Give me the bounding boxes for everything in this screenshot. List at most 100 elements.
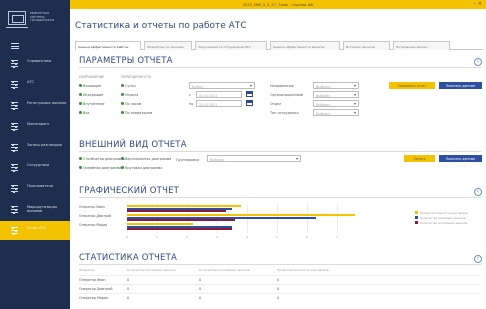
tab-efficiency[interactable]: Оценка эффективности работы: [75, 41, 141, 50]
stats-header-operator: Оператор: [79, 268, 95, 272]
sidebar-item-label: АТС: [27, 80, 34, 84]
tab-lost-calls[interactable]: Потерянные звонки: [393, 41, 450, 50]
tab-call-efficiency[interactable]: Оценка эффективности звонков: [270, 41, 340, 50]
sliders-icon: [11, 122, 18, 131]
chevron-down-icon: ▾: [353, 110, 356, 115]
sliders-icon: [11, 101, 18, 110]
sidebar-item-call-routing[interactable]: Маршрутизация вызовов: [0, 200, 70, 219]
hamburger-menu-icon[interactable]: [11, 43, 19, 49]
legend-swatch: [415, 221, 418, 225]
sidebar-item-employees[interactable]: Сотрудники: [0, 158, 70, 177]
x-tick-label: 1: [156, 235, 158, 239]
direction-all-checkbox[interactable]: Все: [79, 111, 89, 115]
table-cell: 0: [199, 296, 202, 300]
bar-chart-checkbox[interactable]: Столбчатая диаграмма: [79, 157, 125, 161]
legend-swatch: [415, 216, 418, 220]
sidebar-item-label: Регистрация звонков: [27, 101, 67, 105]
chevron-down-icon: ▾: [353, 92, 356, 97]
sidebar-item-ats-report[interactable]: Отчёт АТС: [0, 221, 70, 240]
tab-operator-calls[interactable]: Операторы по звонкам: [144, 41, 192, 50]
pie-chart-checkbox[interactable]: Круговая диаграмма: [121, 166, 162, 170]
table-cell: 0: [277, 278, 280, 282]
direction-outgoing-checkbox[interactable]: Исходящие: [79, 93, 103, 97]
date-from-field[interactable]: 01.01.2021: [196, 91, 242, 98]
sliders-icon: [11, 205, 18, 214]
row-divider: [79, 293, 481, 294]
sliders-icon: [11, 59, 18, 68]
x-tick-label: 7: [336, 235, 338, 239]
period-day-checkbox[interactable]: Сутки: [121, 84, 136, 88]
sliders-icon: [11, 226, 18, 235]
chart-section-title: ГРАФИЧЕСКИЙ ОТЧЕТ: [79, 186, 180, 196]
date-from-label: с: [189, 93, 191, 97]
sidebar: РЕМОНТНАЯ СИСТЕМА ГРАЖДАНСКАЯ Справочник…: [0, 0, 70, 309]
show-data-button[interactable]: Показать данные: [439, 82, 482, 89]
print-button[interactable]: Печать: [404, 155, 435, 162]
logo-icon: [6, 11, 28, 28]
sidebar-item-directories[interactable]: Справочники: [0, 54, 70, 73]
sidebar-item-call-registration[interactable]: Регистрация звонков: [0, 96, 70, 115]
sliders-icon: [11, 143, 18, 152]
period-by-operator-checkbox[interactable]: По операторам: [121, 111, 152, 115]
collapse-icon[interactable]: ‹: [474, 188, 482, 196]
category-label: Оператор Иван: [79, 205, 105, 209]
grouping-label: Группировка: [176, 158, 200, 162]
direction-internal-checkbox[interactable]: Внутренние: [79, 102, 105, 106]
filter-org-select[interactable]: Выбрать ▾: [313, 91, 359, 98]
table-cell: 0: [277, 296, 280, 300]
app-logo: РЕМОНТНАЯ СИСТЕМА ГРАЖДАНСКАЯ: [6, 7, 64, 45]
line-chart-checkbox[interactable]: Линейная диаграмма: [79, 166, 122, 170]
filter-department-label: Отдел: [270, 102, 282, 106]
filter-org-label: Организационный: [270, 93, 303, 97]
table-cell: 0: [199, 278, 202, 282]
direction-incoming-checkbox[interactable]: Входящие: [79, 84, 101, 88]
bar[interactable]: [127, 219, 235, 221]
divider: [79, 151, 481, 152]
period-hourly-checkbox[interactable]: По часам: [121, 102, 141, 106]
sidebar-item-recordings[interactable]: Запись разговоров: [0, 138, 70, 157]
x-tick-label: 6: [306, 235, 308, 239]
params-section-title: ПАРАМЕТРЫ ОТЧЕТА: [79, 56, 173, 66]
legend-item: Количество исходящих звонков: [415, 221, 467, 225]
divider: [79, 67, 481, 68]
bar[interactable]: [127, 228, 232, 230]
sidebar-item-label: Запись разговоров: [27, 143, 62, 147]
sidebar-item-monitoring[interactable]: Мониторинг: [0, 117, 70, 136]
table-cell: Оператор Иван: [79, 278, 106, 282]
filter-direction-label: Направление: [270, 84, 294, 88]
stats-header-incoming: Количество входящих звонков: [127, 268, 176, 272]
divider: [79, 197, 481, 198]
period-week-checkbox[interactable]: Неделя: [121, 93, 138, 97]
stats-header-duration: Продолжительность разговоров: [277, 268, 329, 272]
show-data-button-2[interactable]: Показать данные: [439, 155, 482, 162]
sidebar-item-users[interactable]: Пользователи: [0, 179, 70, 198]
collapse-icon[interactable]: ‹: [474, 58, 482, 66]
chevron-down-icon: ▾: [353, 101, 356, 106]
sliders-icon: [11, 163, 18, 172]
period-select[interactable]: Выбор ▾: [189, 82, 255, 89]
sliders-icon: [11, 184, 18, 193]
save-report-button[interactable]: Сохранить отчет: [389, 82, 435, 89]
grid-line: [337, 203, 338, 233]
filter-department-select[interactable]: Выбрать ▾: [313, 100, 359, 107]
bar[interactable]: [127, 210, 226, 212]
divider: [79, 264, 481, 265]
chevron-down-icon: ▾: [353, 83, 356, 88]
calendar-icon[interactable]: [246, 91, 253, 97]
view-section-title: ВНЕШНИЙ ВИД ОТЧЕТА: [79, 140, 187, 150]
vertical-chart-checkbox[interactable]: Вертикальная диаграмма: [121, 157, 171, 161]
tab-call-sources[interactable]: Источник звонков: [343, 41, 390, 50]
tab-employee-load[interactable]: Загруженность сотрудников АТС: [195, 41, 267, 50]
sidebar-item-ats[interactable]: АТС: [0, 75, 70, 94]
x-tick-label: 4: [246, 235, 248, 239]
filter-employee-type-select[interactable]: Выбрать ▾: [313, 109, 359, 116]
calendar-icon[interactable]: [246, 100, 253, 106]
date-to-field[interactable]: 31.01.2021: [196, 100, 242, 107]
window-controls[interactable]: – ×: [474, 1, 482, 7]
collapse-icon[interactable]: ‹: [474, 255, 482, 263]
category-label: Оператор Мария: [79, 223, 108, 227]
grouping-select[interactable]: Выбрать ▾: [207, 155, 301, 162]
filter-direction-select[interactable]: Выбрать ▾: [313, 82, 359, 89]
sidebar-item-label: Мониторинг: [27, 122, 50, 126]
direction-header: НАПРАВЛЕНИЕ: [79, 75, 105, 79]
